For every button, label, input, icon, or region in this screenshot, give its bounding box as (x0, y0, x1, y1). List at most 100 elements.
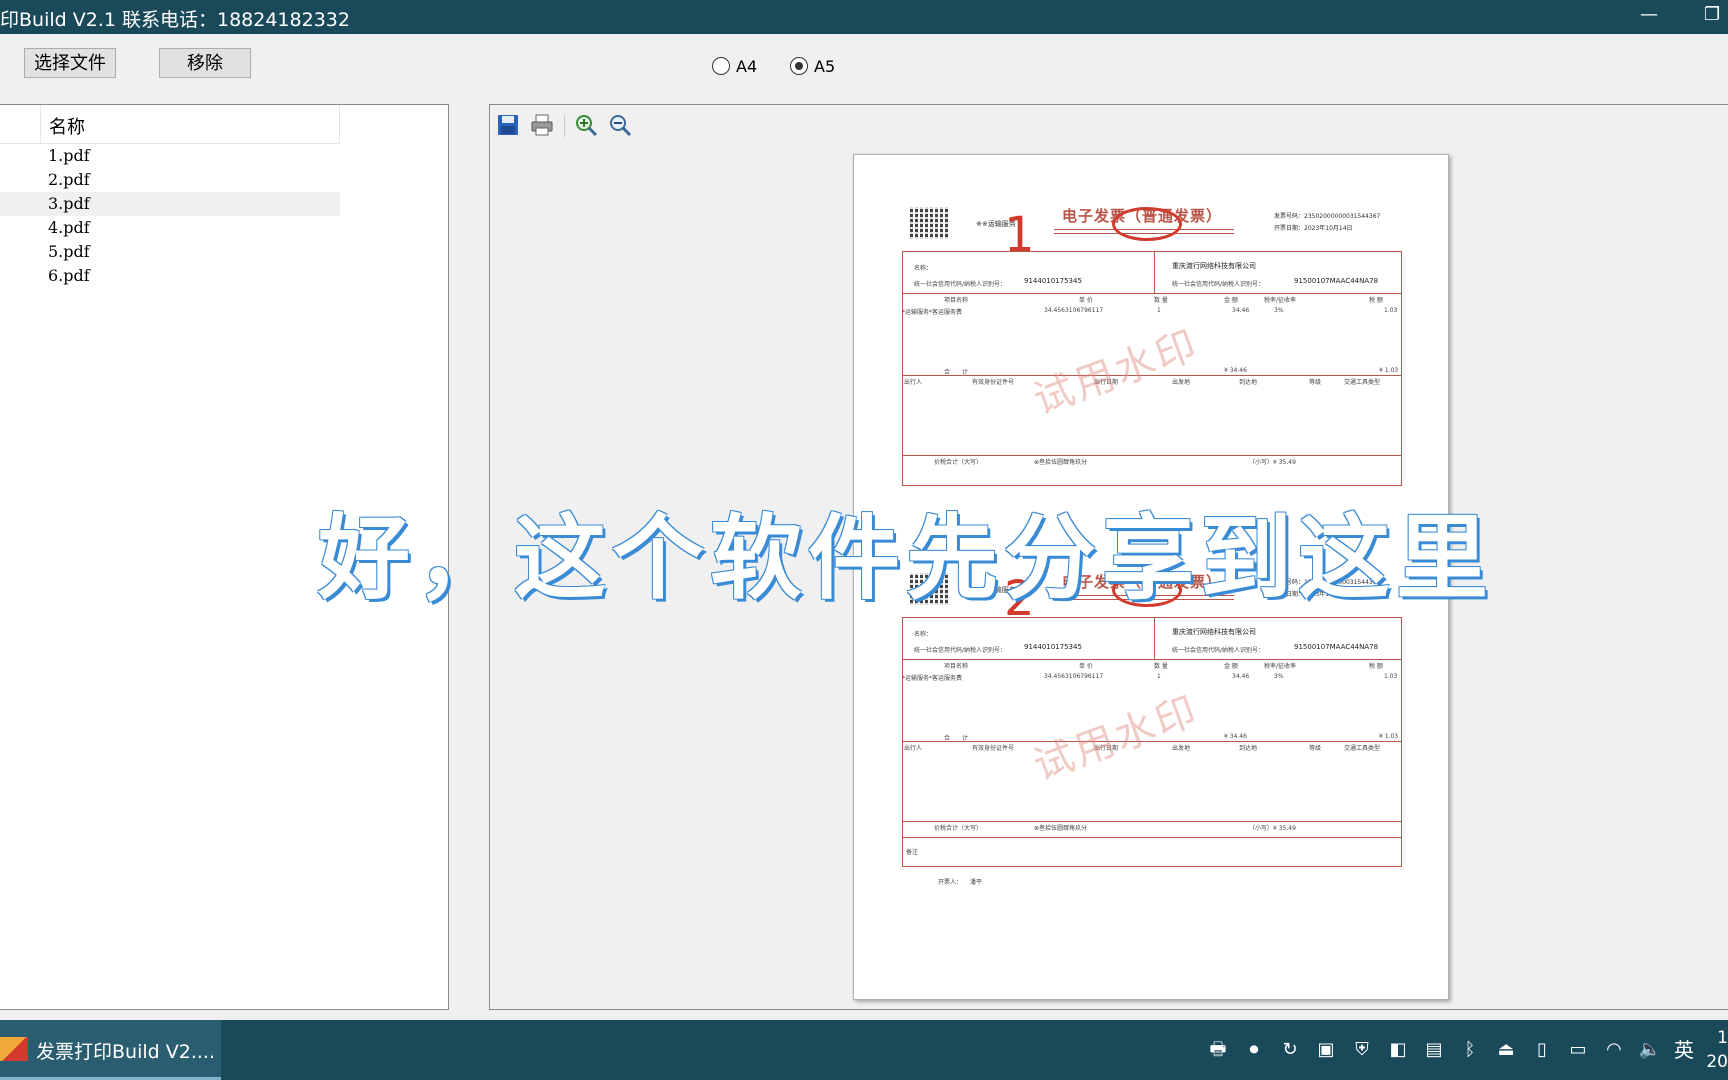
total-amount: ¥ 34.46 (1224, 367, 1247, 374)
total-tax: ¥ 1.03 (1379, 367, 1399, 374)
list-item-selected[interactable]: 3.pdf (0, 192, 340, 216)
app-tray-icon[interactable]: ▣ (1314, 1038, 1338, 1062)
radio-a4-dot[interactable] (712, 57, 730, 75)
col-item: 项目名称 (944, 663, 969, 670)
route-col: 到达地 (1239, 745, 1258, 752)
restore-button[interactable]: ❐ (1704, 4, 1720, 25)
col-qty: 数 量 (1154, 297, 1168, 304)
remove-button[interactable]: 移除 (159, 48, 251, 78)
route-col: 出发地 (1172, 379, 1191, 386)
taskbar-app-button[interactable]: 发票打印Build V2.... (0, 1020, 221, 1080)
total-label: 合 计 (944, 369, 969, 376)
seller-tax-id-label: 统一社会信用代码/纳税人识别号： (1172, 647, 1265, 654)
battery-icon[interactable]: ▭ (1566, 1038, 1590, 1062)
issuer-label: 开票人： (938, 879, 963, 886)
clock-date: 20 (1706, 1052, 1728, 1072)
route-col: 出发地 (1172, 745, 1191, 752)
file-list-header[interactable]: 名称 (0, 105, 340, 144)
col-price: 单 价 (1079, 663, 1093, 670)
minimize-button[interactable]: — (1640, 4, 1658, 25)
col-amount: 金 额 (1224, 297, 1238, 304)
total-amount: ¥ 34.46 (1224, 733, 1247, 740)
zoom-in-icon[interactable] (574, 113, 598, 137)
ime-indicator[interactable]: 英 (1672, 1038, 1696, 1062)
issuer: 潘平 (970, 879, 983, 886)
item-name: *运输服务*客运服务费 (902, 675, 963, 682)
clock-time: 1 (1717, 1028, 1728, 1048)
route-col: 等级 (1309, 745, 1322, 752)
radio-a4[interactable]: A4 (712, 54, 757, 78)
list-item[interactable]: 5.pdf (0, 240, 340, 264)
zoom-out-icon[interactable] (608, 113, 632, 137)
total-label: 合 计 (944, 735, 969, 742)
bluetooth-icon[interactable]: ᛒ (1458, 1038, 1482, 1062)
total-cn-label: 价税合计（大写） (934, 825, 983, 832)
col-qty: 数 量 (1154, 663, 1168, 670)
top-toolbar: 选择文件 移除 A4 A5 (0, 34, 1728, 104)
divider (902, 837, 1402, 838)
tax-id-label: 统一社会信用代码/纳税人识别号： (914, 281, 1007, 288)
total-cn: ⊗叁拾伍圆肆角玖分 (1034, 825, 1088, 832)
list-item[interactable]: 6.pdf (0, 264, 340, 288)
item-price: 34.4563106796117 (1044, 307, 1104, 314)
route-col: 到达地 (1239, 379, 1258, 386)
wifi-icon[interactable]: ◠ (1602, 1038, 1626, 1062)
radio-a5-dot[interactable] (790, 57, 808, 75)
record-icon[interactable]: ⏺ (1242, 1038, 1266, 1062)
route-col: 出行人 (904, 379, 923, 386)
total-small: （小写）¥ 35.49 (1249, 459, 1296, 466)
item-rate: 3% (1274, 673, 1284, 680)
radio-a5-label: A5 (814, 56, 836, 76)
qr-code (910, 207, 950, 239)
buyer-tax-id: 9144010175345 (1024, 643, 1082, 651)
item-qty: 1 (1157, 673, 1161, 680)
col-tax: 税 额 (1369, 663, 1383, 670)
route-col: 交通工具类型 (1344, 379, 1381, 386)
item-tax: 1.03 (1384, 673, 1398, 680)
col-amount: 金 额 (1224, 663, 1238, 670)
clock[interactable]: 1 20 (1704, 1026, 1728, 1074)
item-name: *运输服务*客运服务费 (902, 309, 963, 316)
divider (1154, 617, 1155, 659)
item-amount: 34.46 (1232, 307, 1250, 314)
divider (902, 455, 1402, 456)
print-icon[interactable] (530, 113, 554, 137)
list-item[interactable]: 2.pdf (0, 168, 340, 192)
gpu-icon[interactable]: ▤ (1422, 1038, 1446, 1062)
select-file-button[interactable]: 选择文件 (24, 48, 116, 78)
volume-icon[interactable]: 🔈 (1638, 1038, 1662, 1062)
video-subtitle: 好，这个软件先分享到这里 (318, 505, 1495, 612)
radio-a5[interactable]: A5 (790, 54, 835, 78)
total-small: （小写）¥ 35.49 (1249, 825, 1296, 832)
printer-icon[interactable]: 🖶 (1206, 1038, 1230, 1062)
seller-tax-id: 91500107MAAC44NA78 (1294, 643, 1379, 651)
security-icon[interactable]: ⛨ (1350, 1038, 1374, 1062)
header-separator (339, 105, 340, 143)
route-col: 有效身份证件号 (972, 379, 1015, 386)
save-icon[interactable] (496, 113, 520, 137)
divider (902, 293, 1402, 294)
radio-a4-label: A4 (736, 56, 758, 76)
phone-icon[interactable]: ▯ (1530, 1038, 1554, 1062)
seller-name: 重庆渡行网络科技有限公司 (1172, 262, 1256, 270)
invoice-no: 发票号码：23502000000031544367 (1274, 213, 1381, 220)
app-icon (0, 1037, 28, 1061)
item-rate: 3% (1274, 307, 1284, 314)
header-separator (40, 105, 41, 143)
sync-icon[interactable]: ↻ (1278, 1038, 1302, 1062)
usb-icon[interactable]: ⏏ (1494, 1038, 1518, 1062)
list-item[interactable]: 4.pdf (0, 216, 340, 240)
seller-name: 重庆渡行网络科技有限公司 (1172, 628, 1256, 636)
remark-label: 备注 (906, 849, 919, 856)
invoice-date: 开票日期：2023年10月14日 (1274, 225, 1353, 232)
cloud-app-icon[interactable]: ◧ (1386, 1038, 1410, 1062)
taskbar: 发票打印Build V2.... 🖶 ⏺ ↻ ▣ ⛨ ◧ ▤ ᛒ ⏏ ▯ ▭ ◠… (0, 1020, 1728, 1080)
title-bar: 印Build V2.1 联系电话：18824182332 — ❐ (0, 0, 1728, 34)
item-price: 34.4563106796117 (1044, 673, 1104, 680)
column-header-name[interactable]: 名称 (49, 113, 85, 139)
buyer-tax-id: 9144010175345 (1024, 277, 1082, 285)
list-item[interactable]: 1.pdf (0, 144, 340, 168)
taskbar-app-label: 发票打印Build V2.... (36, 1041, 215, 1063)
invoice-seal (1112, 207, 1182, 241)
col-price: 单 价 (1079, 297, 1093, 304)
